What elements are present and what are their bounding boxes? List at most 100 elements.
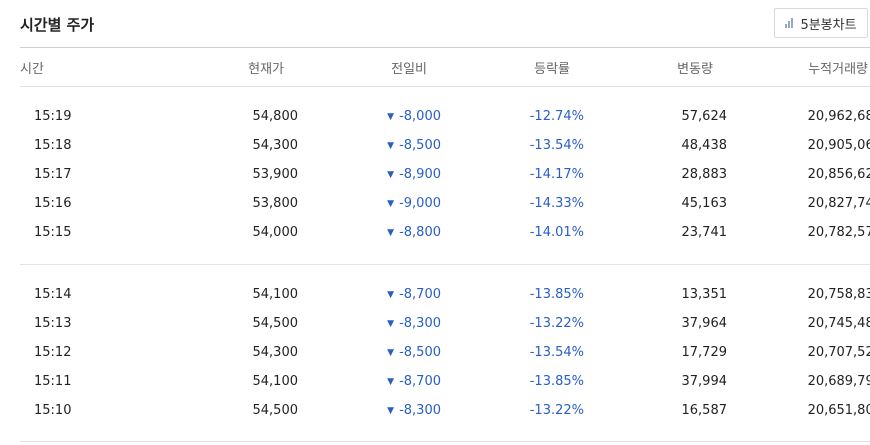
cell-time: 15:15 bbox=[34, 225, 72, 240]
cell-time: 15:13 bbox=[34, 316, 72, 331]
down-arrow-icon: ▼ bbox=[387, 319, 395, 329]
cell-rate: -13.54% bbox=[529, 138, 584, 153]
cell-rate: -14.17% bbox=[529, 167, 584, 182]
cell-change: ▼ -9,000 bbox=[298, 189, 441, 218]
change-value: -8,500 bbox=[399, 345, 441, 360]
table-row: 15:15 54,000 ▼ -8,800 -14.01% 23,741 20,782,57… bbox=[20, 218, 870, 247]
cell-volume: 37,964 bbox=[681, 316, 728, 331]
table-row: 15:16 53,800 ▼ -9,000 -14.33% 45,163 20,827,74… bbox=[20, 189, 870, 218]
cell-price: 54,500 bbox=[252, 403, 299, 418]
panel-title: 시간별 주가 bbox=[20, 16, 95, 34]
cell-rate: -13.85% bbox=[529, 374, 584, 389]
cell-time: 15:16 bbox=[34, 196, 72, 211]
table-row: 15:11 54,100 ▼ -8,700 -13.85% 37,994 20,689,79… bbox=[20, 367, 870, 396]
cell-price: 54,100 bbox=[252, 287, 299, 302]
cell-acc-volume: 20,707,523 bbox=[807, 345, 870, 360]
table-group-2: 15:14 54,100 ▼ -8,700 -13.85% 13,351 20,758,83… bbox=[20, 280, 870, 425]
cell-time: 15:19 bbox=[34, 109, 72, 124]
down-arrow-icon: ▼ bbox=[387, 141, 395, 151]
cell-volume: 17,729 bbox=[681, 345, 728, 360]
table-group-1: 15:19 54,800 ▼ -8,000 -12.74% 57,624 20,962,68… bbox=[20, 102, 870, 247]
cell-volume: 37,994 bbox=[681, 374, 728, 389]
down-arrow-icon: ▼ bbox=[387, 377, 395, 387]
cell-rate: -13.85% bbox=[529, 287, 584, 302]
table-row: 15:13 54,500 ▼ -8,300 -13.22% 37,964 20,745,48… bbox=[20, 309, 870, 338]
header-price: 현재가 bbox=[248, 61, 284, 77]
cell-change: ▼ -8,700 bbox=[298, 280, 441, 309]
cell-price: 54,300 bbox=[252, 345, 299, 360]
change-value: -8,800 bbox=[399, 225, 441, 240]
down-arrow-icon: ▼ bbox=[387, 112, 395, 122]
cell-time: 15:18 bbox=[34, 138, 72, 153]
cell-rate: -13.22% bbox=[529, 316, 584, 331]
table-row: 15:12 54,300 ▼ -8,500 -13.54% 17,729 20,707,52… bbox=[20, 338, 870, 367]
down-arrow-icon: ▼ bbox=[387, 406, 395, 416]
cell-acc-volume: 20,905,063 bbox=[807, 138, 870, 153]
cell-change: ▼ -8,500 bbox=[298, 131, 441, 160]
cell-rate: -14.01% bbox=[529, 225, 584, 240]
change-value: -8,500 bbox=[399, 138, 441, 153]
table-header: 시간 현재가 전일비 등락률 변동량 누적거래량 bbox=[20, 48, 868, 86]
cell-price: 54,500 bbox=[252, 316, 299, 331]
cell-volume: 57,624 bbox=[681, 109, 728, 124]
cell-price: 53,900 bbox=[252, 167, 299, 182]
five-minute-chart-label: 5분봉차트 bbox=[800, 17, 857, 33]
down-arrow-icon: ▼ bbox=[387, 170, 395, 180]
cell-acc-volume: 20,651,800 bbox=[807, 403, 870, 418]
change-value: -8,900 bbox=[399, 167, 441, 182]
cell-time: 15:17 bbox=[34, 167, 72, 182]
cell-rate: -13.54% bbox=[529, 345, 584, 360]
cell-volume: 23,741 bbox=[681, 225, 728, 240]
header-time: 시간 bbox=[20, 61, 44, 77]
cell-acc-volume: 20,689,794 bbox=[807, 374, 870, 389]
cell-change: ▼ -8,800 bbox=[298, 218, 441, 247]
cell-change: ▼ -8,300 bbox=[298, 396, 441, 425]
change-value: -8,300 bbox=[399, 403, 441, 418]
change-value: -8,300 bbox=[399, 316, 441, 331]
table-row: 15:14 54,100 ▼ -8,700 -13.85% 13,351 20,758,83… bbox=[20, 280, 870, 309]
cell-time: 15:14 bbox=[34, 287, 72, 302]
down-arrow-icon: ▼ bbox=[387, 199, 395, 209]
cell-price: 53,800 bbox=[252, 196, 299, 211]
header-divider bbox=[20, 86, 870, 87]
change-value: -8,000 bbox=[399, 109, 441, 124]
change-value: -8,700 bbox=[399, 287, 441, 302]
cell-change: ▼ -8,500 bbox=[298, 338, 441, 367]
down-arrow-icon: ▼ bbox=[387, 348, 395, 358]
header-row: 시간 현재가 전일비 등락률 변동량 누적거래량 bbox=[20, 48, 868, 86]
cell-time: 15:10 bbox=[34, 403, 72, 418]
down-arrow-icon: ▼ bbox=[387, 228, 395, 238]
cell-time: 15:11 bbox=[34, 374, 72, 389]
header-change: 전일비 bbox=[391, 61, 427, 77]
cell-change: ▼ -8,700 bbox=[298, 367, 441, 396]
cell-acc-volume: 20,758,838 bbox=[807, 287, 870, 302]
cell-volume: 48,438 bbox=[681, 138, 728, 153]
header-volume: 변동량 bbox=[677, 61, 713, 77]
time-price-panel: 시간별 주가 5분봉차트 시간 현재가 전일비 등락률 변동량 누적거래량 15… bbox=[0, 0, 870, 445]
group-divider bbox=[20, 264, 870, 265]
cell-rate: -12.74% bbox=[529, 109, 584, 124]
table-row: 15:19 54,800 ▼ -8,000 -12.74% 57,624 20,962,68… bbox=[20, 102, 870, 131]
header-acc-volume: 누적거래량 bbox=[808, 61, 868, 77]
table-row: 15:18 54,300 ▼ -8,500 -13.54% 48,438 20,905,06… bbox=[20, 131, 870, 160]
down-arrow-icon: ▼ bbox=[387, 290, 395, 300]
five-minute-chart-button[interactable]: 5분봉차트 bbox=[774, 8, 868, 38]
cell-acc-volume: 20,782,579 bbox=[807, 225, 870, 240]
cell-acc-volume: 20,827,742 bbox=[807, 196, 870, 211]
cell-price: 54,100 bbox=[252, 374, 299, 389]
cell-time: 15:12 bbox=[34, 345, 72, 360]
change-value: -8,700 bbox=[399, 374, 441, 389]
cell-volume: 28,883 bbox=[681, 167, 728, 182]
cell-price: 54,300 bbox=[252, 138, 299, 153]
cell-price: 54,000 bbox=[252, 225, 299, 240]
cell-change: ▼ -8,300 bbox=[298, 309, 441, 338]
table-row: 15:17 53,900 ▼ -8,900 -14.17% 28,883 20,856,62… bbox=[20, 160, 870, 189]
table-row: 15:10 54,500 ▼ -8,300 -13.22% 16,587 20,651,80… bbox=[20, 396, 870, 425]
cell-rate: -13.22% bbox=[529, 403, 584, 418]
bar-chart-icon bbox=[785, 18, 794, 28]
cell-acc-volume: 20,745,487 bbox=[807, 316, 870, 331]
cell-volume: 16,587 bbox=[681, 403, 728, 418]
cell-change: ▼ -8,000 bbox=[298, 102, 441, 131]
table-bottom-border bbox=[20, 441, 870, 442]
cell-volume: 13,351 bbox=[681, 287, 728, 302]
